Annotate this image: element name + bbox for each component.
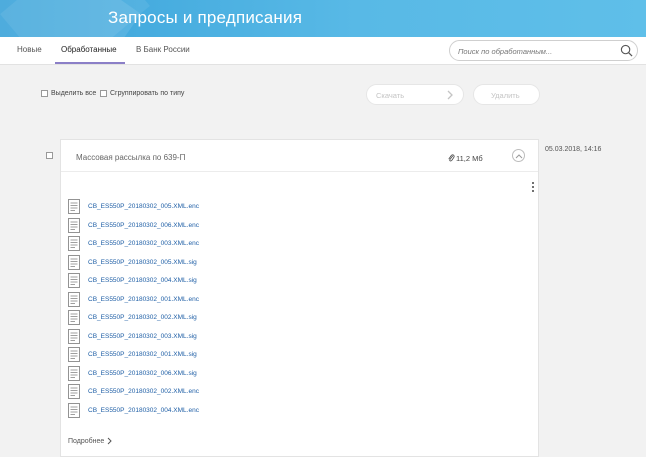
document-icon xyxy=(68,365,80,381)
collapse-button[interactable] xyxy=(512,149,525,162)
message-size-value: 11,2 Мб xyxy=(456,154,483,163)
file-item[interactable]: CB_ES550P_20180302_006.XML.sig xyxy=(68,365,197,382)
group-by-type-checkbox[interactable] xyxy=(100,90,107,97)
file-item[interactable]: CB_ES550P_20180302_004.XML.enc xyxy=(68,402,199,419)
message-card-header[interactable]: Массовая рассылка по 639-П 11,2 Мб xyxy=(61,140,538,172)
file-name: CB_ES550P_20180302_001.XML.sig xyxy=(88,351,197,358)
message-title: Массовая рассылка по 639-П xyxy=(76,153,186,162)
paperclip-icon xyxy=(448,154,455,162)
select-all-checkbox[interactable] xyxy=(41,90,48,97)
document-icon xyxy=(68,291,80,307)
file-item[interactable]: CB_ES550P_20180302_003.XML.sig xyxy=(68,328,197,345)
search-input[interactable] xyxy=(458,44,618,58)
file-item[interactable]: CB_ES550P_20180302_001.XML.sig xyxy=(68,346,197,363)
chevron-right-icon xyxy=(447,90,453,100)
file-item[interactable]: CB_ES550P_20180302_005.XML.sig xyxy=(68,254,197,271)
chevron-up-icon xyxy=(515,154,523,159)
app-header: Запросы и предписания xyxy=(0,0,646,37)
file-item[interactable]: CB_ES550P_20180302_005.XML.enc xyxy=(68,198,199,215)
details-link[interactable]: Подробнее xyxy=(68,437,113,445)
document-icon xyxy=(68,217,80,233)
more-options-icon[interactable] xyxy=(532,182,535,193)
document-icon xyxy=(68,384,80,399)
document-icon xyxy=(68,347,80,362)
select-all-label: Выделить все xyxy=(51,90,97,97)
message-checkbox[interactable] xyxy=(46,152,53,159)
document-icon xyxy=(68,273,80,288)
details-link-label: Подробнее xyxy=(68,437,105,445)
active-tab-indicator xyxy=(55,62,125,64)
file-name: CB_ES550P_20180302_002.XML.sig xyxy=(88,314,197,321)
download-button[interactable]: Скачать xyxy=(366,84,464,105)
file-name: CB_ES550P_20180302_006.XML.enc xyxy=(88,221,199,229)
file-name: CB_ES550P_20180302_006.XML.sig xyxy=(88,369,197,377)
download-button-label: Скачать xyxy=(376,91,405,100)
chevron-right-icon xyxy=(107,437,113,445)
message-card: Массовая рассылка по 639-П 11,2 Мб CB_ES… xyxy=(60,139,539,457)
document-icon xyxy=(68,402,80,418)
tab-new[interactable]: Новые xyxy=(17,45,42,54)
file-item[interactable]: CB_ES550P_20180302_003.XML.enc xyxy=(68,235,199,252)
message-size: 11,2 Мб xyxy=(447,153,483,163)
page-title: Запросы и предписания xyxy=(108,8,303,27)
search-box xyxy=(449,40,638,61)
message-date: 05.03.2018, 14:16 xyxy=(545,146,602,153)
tab-to-bank-of-russia[interactable]: В Банк России xyxy=(136,45,190,54)
document-icon xyxy=(68,254,80,270)
search-icon[interactable] xyxy=(620,44,633,57)
file-item[interactable]: CB_ES550P_20180302_006.XML.enc xyxy=(68,217,199,234)
file-name: CB_ES550P_20180302_001.XML.enc xyxy=(88,295,199,303)
file-name: CB_ES550P_20180302_004.XML.sig xyxy=(88,277,197,284)
file-name: CB_ES550P_20180302_003.XML.enc xyxy=(88,240,199,247)
file-name: CB_ES550P_20180302_002.XML.enc xyxy=(88,388,199,395)
document-icon xyxy=(68,236,80,251)
group-by-type-label: Сгруппировать по типу xyxy=(110,90,185,97)
file-item[interactable]: CB_ES550P_20180302_002.XML.sig xyxy=(68,309,197,326)
delete-button-label: Удалить xyxy=(491,91,520,100)
group-by-type-control[interactable]: Сгруппировать по типу xyxy=(100,90,184,97)
file-name: CB_ES550P_20180302_005.XML.sig xyxy=(88,258,197,266)
file-item[interactable]: CB_ES550P_20180302_001.XML.enc xyxy=(68,291,199,308)
delete-button[interactable]: Удалить xyxy=(473,84,540,105)
file-name: CB_ES550P_20180302_005.XML.enc xyxy=(88,203,199,210)
file-item[interactable]: CB_ES550P_20180302_004.XML.sig xyxy=(68,272,197,289)
tab-processed[interactable]: Обработанные xyxy=(61,45,117,54)
file-name: CB_ES550P_20180302_003.XML.sig xyxy=(88,332,197,340)
document-icon xyxy=(68,310,80,325)
document-icon xyxy=(68,328,80,344)
file-item[interactable]: CB_ES550P_20180302_002.XML.enc xyxy=(68,383,199,400)
file-name: CB_ES550P_20180302_004.XML.enc xyxy=(88,406,199,414)
select-all-control[interactable]: Выделить все xyxy=(41,90,96,97)
document-icon xyxy=(68,199,80,214)
